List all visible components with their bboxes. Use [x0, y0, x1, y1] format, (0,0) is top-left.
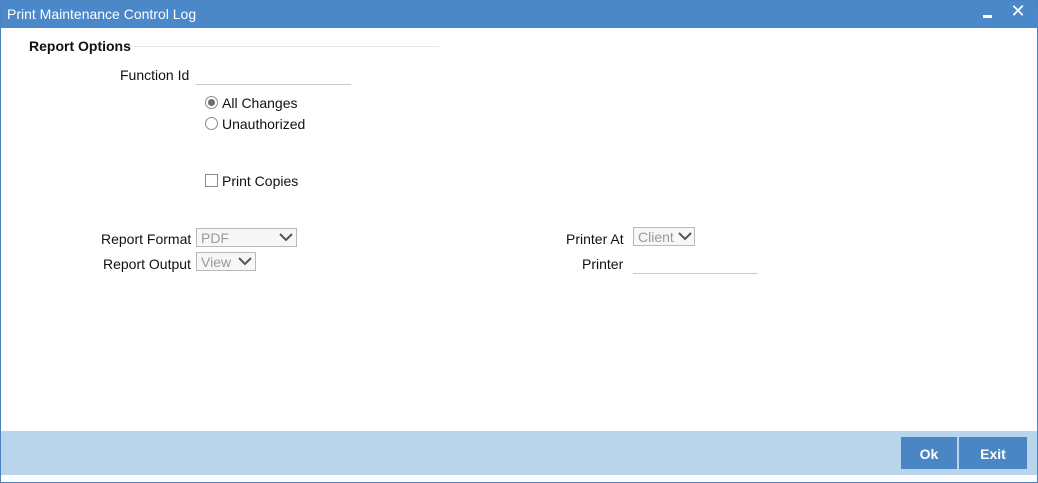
unauthorized-label: Unauthorized [222, 116, 306, 132]
print-copies-checkbox[interactable] [205, 174, 218, 187]
window-title: Print Maintenance Control Log [7, 6, 197, 22]
print-copies-label: Print Copies [222, 173, 299, 189]
report-output-select[interactable]: View [196, 252, 256, 271]
footer-bar: Ok Exit [1, 431, 1037, 475]
close-button[interactable]: ✕ [1009, 2, 1027, 22]
close-icon: ✕ [1010, 1, 1026, 22]
ok-button[interactable]: Ok [901, 437, 957, 469]
chevron-down-icon [279, 233, 293, 242]
printer-at-label: Printer At [566, 231, 624, 247]
report-format-select[interactable]: PDF [196, 228, 297, 247]
minimize-icon [983, 15, 992, 18]
printer-at-select[interactable]: Client [633, 227, 695, 246]
report-format-value: PDF [201, 230, 229, 246]
report-output-value: View [201, 254, 232, 270]
function-id-label: Function Id [120, 67, 190, 83]
printer-input[interactable] [633, 255, 758, 274]
report-options-heading: Report Options [29, 38, 131, 54]
all-changes-radio[interactable] [205, 96, 218, 109]
function-id-input[interactable] [196, 66, 351, 85]
report-format-label: Report Format [101, 231, 192, 247]
title-bar: Print Maintenance Control Log ✕ [1, 1, 1037, 28]
chevron-down-icon [678, 232, 692, 241]
report-output-label: Report Output [103, 256, 191, 272]
exit-button[interactable]: Exit [959, 437, 1027, 469]
minimize-button[interactable] [981, 6, 995, 22]
all-changes-label: All Changes [222, 95, 298, 111]
printer-label: Printer [582, 256, 624, 272]
print-maintenance-control-log-window: Print Maintenance Control Log ✕ Report O… [0, 0, 1038, 483]
unauthorized-radio[interactable] [205, 117, 218, 130]
chevron-down-icon [238, 257, 252, 266]
bottom-border-strip [1, 475, 1037, 482]
printer-at-value: Client [638, 229, 674, 245]
